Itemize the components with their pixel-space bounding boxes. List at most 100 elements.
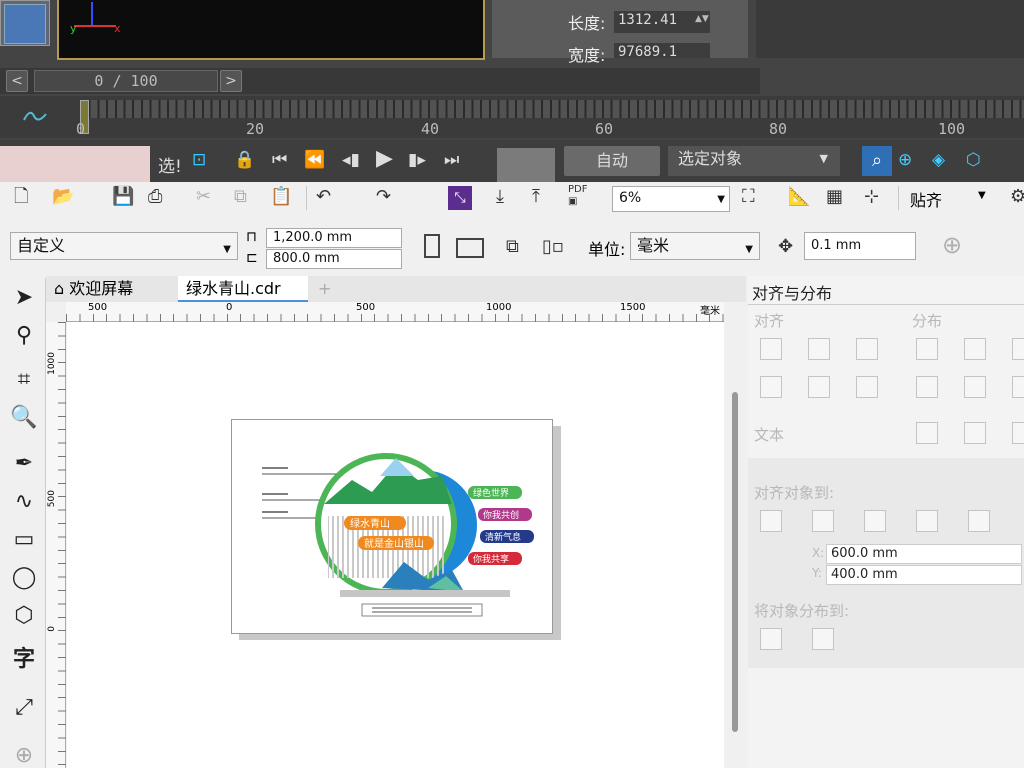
timeline[interactable]: 0 20 40 60 80 100	[0, 96, 1024, 138]
new-document-icon[interactable]: 🗋	[14, 186, 28, 208]
current-page-icon[interactable]: ▯▫	[542, 236, 564, 258]
play-icon[interactable]: ▶	[376, 146, 393, 171]
zoom-extents-icon[interactable]: ⊕	[898, 150, 912, 170]
vertical-scrollbar[interactable]	[724, 322, 746, 768]
distribute-center-icon[interactable]	[964, 338, 986, 360]
guidelines-icon[interactable]: ⊹	[864, 186, 879, 208]
import-icon[interactable]: ⤓	[496, 186, 504, 208]
nudge-distance-field[interactable]: 0.1 mm	[804, 232, 916, 260]
prev-frame-button[interactable]: <	[6, 70, 28, 92]
specified-point-icon[interactable]	[968, 510, 990, 532]
text-align-icon[interactable]	[1012, 422, 1024, 444]
first-key-icon[interactable]: ⏪	[304, 150, 325, 170]
align-bottom-icon[interactable]	[856, 376, 878, 398]
align-left-icon[interactable]	[760, 338, 782, 360]
align-center-horizontal-icon[interactable]	[808, 338, 830, 360]
open-folder-icon[interactable]: 📂	[52, 186, 74, 208]
page-size-dropdown[interactable]: 自定义 ▼	[10, 232, 238, 260]
cut-icon[interactable]: ✂	[196, 186, 211, 208]
distribute-page-icon[interactable]	[812, 628, 834, 650]
freehand-tool-icon[interactable]: ✒	[8, 448, 40, 480]
width-field[interactable]: 97689.1	[614, 43, 710, 58]
tab-document[interactable]: 绿水青山.cdr	[178, 276, 308, 302]
tab-welcome[interactable]: ⌂ 欢迎屏幕	[46, 276, 176, 302]
page-size-value: 自定义	[17, 236, 66, 255]
rectangle-tool-icon[interactable]: ▭	[8, 524, 40, 556]
scrollbar-thumb[interactable]	[732, 392, 738, 732]
ellipse-tool-icon[interactable]: ◯	[8, 562, 40, 594]
page-center-icon[interactable]	[864, 510, 886, 532]
title-gold-mountains: 就是金山银山	[364, 537, 424, 550]
pdf-icon[interactable]: PDF ▣	[568, 184, 587, 208]
pick-tool-icon[interactable]: ➤	[8, 282, 40, 314]
frame-counter[interactable]: 0 / 100	[34, 70, 218, 92]
lock-icon[interactable]: 🔒	[234, 150, 255, 170]
align-top-icon[interactable]	[760, 376, 782, 398]
distribute-right-icon[interactable]	[1012, 338, 1024, 360]
snap-to-dropdown[interactable]: 贴齐	[910, 187, 942, 211]
go-to-end-icon[interactable]: ⏭	[444, 150, 459, 170]
align-center-vertical-icon[interactable]	[808, 376, 830, 398]
add-tool-icon[interactable]: ⊕	[8, 740, 40, 768]
application-launcher-icon[interactable]: ⤡	[448, 186, 472, 210]
distribute-middle-icon[interactable]	[964, 376, 986, 398]
page-width-field[interactable]: 1,200.0 mm	[266, 228, 402, 248]
length-spinner-icon[interactable]: ▲▼	[695, 14, 709, 24]
text-bbox-icon[interactable]	[964, 422, 986, 444]
distribute-bottom-icon[interactable]	[1012, 376, 1024, 398]
portrait-icon[interactable]	[424, 234, 440, 258]
copy-icon[interactable]: ⧉	[234, 186, 247, 208]
viewport-thumbnail[interactable]	[0, 0, 50, 46]
page-edge-icon[interactable]	[812, 510, 834, 532]
y-position-field[interactable]: 400.0 mm	[826, 565, 1022, 585]
next-frame-button[interactable]: >	[220, 70, 242, 92]
print-icon[interactable]: ⎙	[148, 186, 162, 208]
zoom-level-field[interactable]: 6% ▼	[612, 186, 730, 212]
vertical-ruler[interactable]: 1000 500 0	[46, 322, 66, 768]
all-pages-icon[interactable]: ⧉	[506, 236, 519, 258]
orbit-icon[interactable]: ⬡	[966, 150, 981, 170]
options-gear-icon[interactable]: ⚙	[1010, 186, 1024, 208]
zoom-tool-icon[interactable]: 🔍	[8, 402, 40, 434]
rulers-icon[interactable]: 📐	[788, 186, 810, 208]
grid-icon[interactable]: ▦	[826, 186, 843, 208]
shape-tool-icon[interactable]: ⚲	[8, 320, 40, 352]
text-baseline-icon[interactable]	[916, 422, 938, 444]
add-preset-icon[interactable]: ⊕	[942, 233, 962, 257]
add-key-button[interactable]	[497, 148, 555, 182]
curve-editor-icon[interactable]	[22, 108, 48, 124]
selected-object-dropdown[interactable]: 选定对象 ▼	[668, 146, 840, 176]
distribute-left-icon[interactable]	[916, 338, 938, 360]
align-right-icon[interactable]	[856, 338, 878, 360]
page-height-field[interactable]: 800.0 mm	[266, 249, 402, 269]
active-objects-icon[interactable]	[760, 510, 782, 532]
go-to-start-icon[interactable]: ⏮	[272, 150, 287, 170]
save-icon[interactable]: 💾	[112, 186, 134, 208]
dimension-tool-icon[interactable]: ⤢	[8, 692, 40, 724]
distribute-top-icon[interactable]	[916, 376, 938, 398]
undo-icon[interactable]: ↶	[316, 186, 331, 208]
new-tab-icon[interactable]: +	[310, 276, 334, 302]
auto-key-button[interactable]: 自动	[564, 146, 660, 176]
landscape-icon[interactable]	[456, 238, 484, 258]
drawing-canvas[interactable]: 绿色世界 你我共创 清新气息 你我共享 绿水青山 就是金山银山	[67, 322, 724, 768]
redo-icon[interactable]: ↷	[376, 186, 391, 208]
x-position-field[interactable]: 600.0 mm	[826, 544, 1022, 564]
units-dropdown[interactable]: 毫米 ▼	[630, 232, 760, 260]
polygon-tool-icon[interactable]: ⬡	[8, 600, 40, 632]
next-key-icon[interactable]: ▮▸	[408, 150, 426, 170]
paste-icon[interactable]: 📋	[270, 186, 292, 208]
export-icon[interactable]: ⤒	[532, 186, 540, 208]
prev-key-icon[interactable]: ◂▮	[342, 150, 360, 170]
selection-icon[interactable]: ⊡	[192, 150, 206, 170]
artistic-media-icon[interactable]: ∿	[8, 486, 40, 518]
grid-align-icon[interactable]	[916, 510, 938, 532]
full-screen-icon[interactable]: ⛶	[742, 186, 755, 208]
distribute-selection-icon[interactable]	[760, 628, 782, 650]
crop-tool-icon[interactable]: ⌗	[8, 364, 40, 396]
field-of-view-icon[interactable]: ◈	[932, 150, 945, 170]
zoom-icon[interactable]: ⌕	[862, 146, 892, 176]
horizontal-ruler[interactable]: 500 0 500 1000 1500 毫米	[66, 302, 724, 322]
timeline-track[interactable]	[80, 100, 1024, 118]
text-tool-icon[interactable]: 字	[8, 644, 40, 676]
